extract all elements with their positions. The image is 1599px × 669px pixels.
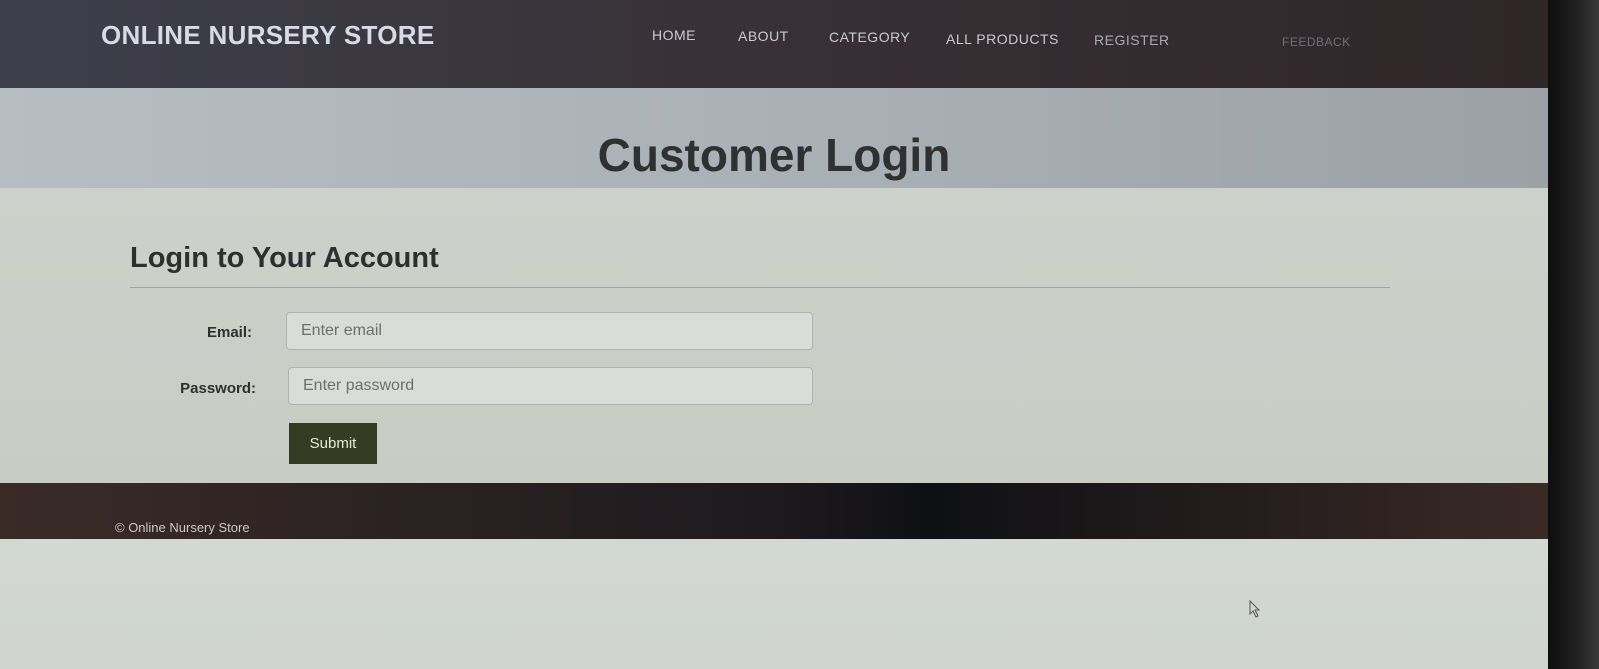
submit-button[interactable]: Submit (289, 423, 377, 464)
password-label: Password: (180, 380, 256, 397)
email-field[interactable] (286, 312, 813, 350)
section-divider (130, 287, 1390, 288)
nav-all-products[interactable]: ALL PRODUCTS (946, 31, 1059, 47)
page-title: Customer Login (597, 129, 951, 181)
brand-logo[interactable]: ONLINE NURSERY STORE (101, 20, 434, 51)
section-title: Login to Your Account (130, 242, 439, 274)
monitor-bezel (1548, 0, 1599, 669)
nav-about[interactable]: ABOUT (738, 28, 789, 44)
password-field[interactable] (288, 367, 813, 405)
browser-viewport: ONLINE NURSERY STORE HOME ABOUT CATEGORY… (0, 0, 1548, 669)
nav-feedback[interactable]: FEEDBACK (1282, 35, 1351, 49)
empty-page-area (0, 539, 1548, 669)
nav-home[interactable]: HOME (652, 27, 696, 43)
nav-category[interactable]: CATEGORY (829, 29, 910, 45)
footer-copyright: © Online Nursery Store (115, 520, 250, 535)
mouse-pointer-icon (1249, 599, 1261, 623)
nav-register[interactable]: REGISTER (1094, 32, 1170, 48)
email-label: Email: (206, 324, 252, 341)
navbar: ONLINE NURSERY STORE HOME ABOUT CATEGORY… (0, 0, 1548, 88)
